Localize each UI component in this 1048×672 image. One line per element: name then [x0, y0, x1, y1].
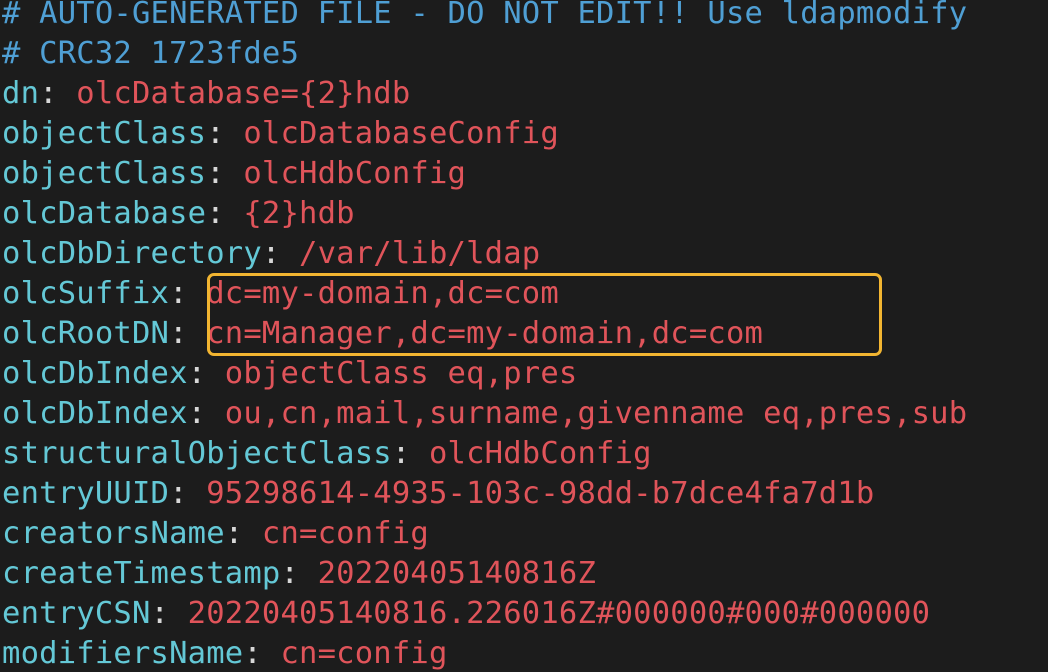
ldif-line: olcDbIndex: ou,cn,mail,surname,givenname…: [2, 394, 967, 434]
separator: :: [224, 516, 262, 551]
separator: :: [169, 476, 207, 511]
attribute-key: objectClass: [2, 156, 207, 191]
attribute-value: 95298614-4935-103c-98dd-b7dce4fa7d1b: [206, 476, 875, 511]
attribute-key: olcDbDirectory: [2, 236, 262, 271]
ldif-line: entryCSN: 20220405140816.226016Z#000000#…: [2, 594, 967, 634]
attribute-value: olcDatabaseConfig: [243, 116, 559, 151]
separator: :: [169, 276, 207, 311]
comment-line: # AUTO-GENERATED FILE - DO NOT EDIT!! Us…: [2, 0, 968, 31]
ldif-line: olcDbIndex: objectClass eq,pres: [2, 354, 967, 394]
ldif-line: modifiersName: cn=config: [2, 634, 967, 672]
attribute-value: cn=config: [261, 516, 429, 551]
attribute-key: olcDbIndex: [2, 396, 188, 431]
separator: :: [39, 76, 77, 111]
ldif-line: structuralObjectClass: olcHdbConfig: [2, 434, 967, 474]
attribute-key: olcDatabase: [2, 196, 207, 231]
separator: :: [206, 156, 244, 191]
ldif-line: objectClass: olcHdbConfig: [2, 154, 967, 194]
separator: :: [261, 236, 300, 271]
ldif-content: # AUTO-GENERATED FILE - DO NOT EDIT!! Us…: [2, 0, 967, 672]
attribute-key: dn: [2, 76, 40, 111]
terminal-window[interactable]: # AUTO-GENERATED FILE - DO NOT EDIT!! Us…: [0, 0, 1048, 672]
ldif-line: creatorsName: cn=config: [2, 514, 967, 554]
attribute-value: {2}hdb: [243, 196, 355, 231]
ldif-line: olcRootDN: cn=Manager,dc=my-domain,dc=co…: [2, 314, 967, 354]
attribute-key: structuralObjectClass: [2, 436, 392, 471]
separator: :: [187, 356, 225, 391]
ldif-line: olcDbDirectory: /var/lib/ldap: [2, 234, 967, 274]
attribute-value: 20220405140816Z: [317, 556, 597, 591]
ldif-line: entryUUID: 95298614-4935-103c-98dd-b7dce…: [2, 474, 967, 514]
separator: :: [206, 196, 244, 231]
attribute-value: ou,cn,mail,surname,givenname eq,pres,sub: [224, 396, 968, 431]
attribute-value: olcDatabase={2}hdb: [76, 76, 411, 111]
attribute-value: objectClass eq,pres: [224, 356, 578, 391]
attribute-key: createTimestamp: [2, 556, 281, 591]
attribute-key: olcSuffix: [2, 276, 170, 311]
separator: :: [280, 556, 318, 591]
separator: :: [206, 116, 244, 151]
attribute-key: entryUUID: [2, 476, 170, 511]
separator: :: [150, 596, 188, 631]
attribute-key: olcRootDN: [2, 316, 170, 351]
separator: :: [243, 636, 281, 671]
ldif-line: olcSuffix: dc=my-domain,dc=com: [2, 274, 967, 314]
attribute-value: dc=my-domain,dc=com: [206, 276, 559, 311]
ldif-line: olcDatabase: {2}hdb: [2, 194, 967, 234]
attribute-value: olcHdbConfig: [428, 436, 652, 471]
comment-line: # CRC32 1723fde5: [2, 36, 300, 71]
separator: :: [391, 436, 429, 471]
attribute-key: creatorsName: [2, 516, 225, 551]
attribute-value: olcHdbConfig: [243, 156, 467, 191]
attribute-value: cn=config: [280, 636, 448, 671]
attribute-key: olcDbIndex: [2, 356, 188, 391]
separator: :: [169, 316, 207, 351]
attribute-value: 20220405140816.226016Z#000000#000#000000: [187, 596, 931, 631]
attribute-value: /var/lib/ldap: [299, 236, 541, 271]
ldif-line: dn: olcDatabase={2}hdb: [2, 74, 967, 114]
attribute-key: objectClass: [2, 116, 207, 151]
ldif-line: objectClass: olcDatabaseConfig: [2, 114, 967, 154]
attribute-value: cn=Manager,dc=my-domain,dc=com: [206, 316, 764, 351]
attribute-key: modifiersName: [2, 636, 244, 671]
ldif-line: createTimestamp: 20220405140816Z: [2, 554, 967, 594]
attribute-key: entryCSN: [2, 596, 151, 631]
separator: :: [187, 396, 225, 431]
